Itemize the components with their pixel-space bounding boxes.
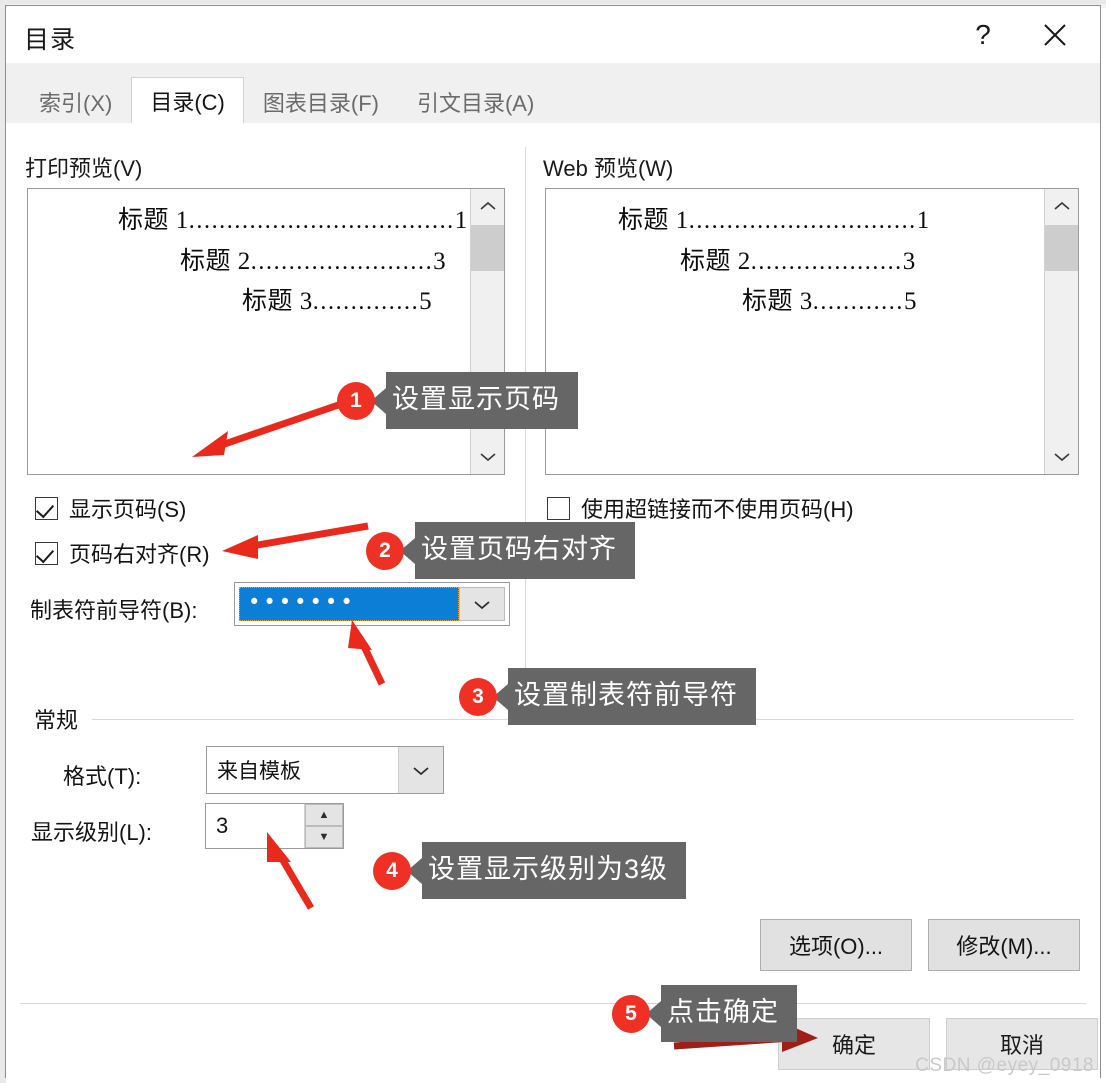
web-preview-scrollbar[interactable] [1044, 189, 1078, 474]
web-preview-entry: 标题 1..............................1 [556, 201, 1036, 242]
entry-leader: ........................ [250, 248, 434, 275]
entry-leader: ............ [812, 289, 904, 315]
web-preview-label: Web 预览(W) [543, 156, 674, 181]
entry-leader: .............. [312, 289, 420, 315]
annotation-text: 设置制表符前导符 [508, 668, 756, 725]
tab-leader-selected-value[interactable]: ••••••• [239, 587, 459, 621]
entry-page: 1 [454, 207, 468, 234]
general-section-label: 常规 [34, 708, 79, 733]
options-button[interactable]: 选项(O)... [760, 919, 912, 971]
checkbox-use-hyperlinks-box[interactable] [547, 496, 570, 520]
entry-text: 标题 1 [118, 207, 189, 234]
chevron-down-icon[interactable] [398, 747, 443, 793]
format-combobox[interactable]: 来自模板 [206, 746, 444, 794]
entry-text: 标题 3 [742, 288, 813, 315]
tab-table-of-authorities-label: 引文目录(A) [416, 90, 535, 116]
footer-divider [20, 1003, 1086, 1004]
scroll-down-icon[interactable] [471, 440, 504, 474]
tab-leader-label: 制表符前导符(B): [30, 598, 198, 623]
annotation-callout-3: 3 设置制表符前导符 [459, 668, 756, 725]
entry-page: 3 [902, 247, 916, 275]
annotation-arrow-1 [192, 397, 352, 457]
annotation-number: 4 [373, 851, 411, 890]
annotation-arrow-4 [267, 832, 315, 910]
web-preview-entry: 标题 3............5 [556, 282, 1036, 323]
tab-table-of-contents-label: 目录(C) [150, 89, 225, 115]
entry-text: 标题 3 [242, 288, 313, 315]
annotation-number: 5 [612, 994, 650, 1033]
entry-leader: ................................... [188, 208, 455, 234]
modify-button[interactable]: 修改(M)... [928, 919, 1080, 971]
entry-leader: .................... [750, 248, 903, 275]
chevron-down-icon[interactable] [459, 587, 505, 621]
scroll-down-icon[interactable] [1045, 440, 1078, 474]
print-preview-entry: 标题 1...................................1 [38, 201, 467, 242]
annotation-callout-1: 1 设置显示页码 [337, 372, 578, 429]
help-icon[interactable]: ? [952, 6, 1014, 63]
checkbox-show-page-numbers-box[interactable] [35, 496, 58, 520]
entry-text: 标题 1 [618, 207, 689, 234]
entry-page: 5 [419, 288, 433, 315]
scrollbar-thumb[interactable] [471, 225, 504, 271]
format-label: 格式(T): [63, 764, 142, 789]
entry-text: 标题 2 [680, 247, 751, 275]
checkbox-use-hyperlinks[interactable]: 使用超链接而不使用页码(H) [547, 492, 854, 524]
checkbox-right-align-page-numbers-box[interactable] [35, 541, 58, 565]
scrollbar-thumb[interactable] [1045, 225, 1078, 271]
watermark: CSDN @eyey_0918 [915, 1055, 1094, 1076]
tab-table-of-authorities[interactable]: 引文目录(A) [397, 79, 554, 123]
spinner-up-icon[interactable]: ▲ [305, 804, 343, 826]
annotation-text: 设置显示级别为3级 [422, 842, 687, 899]
entry-page: 1 [916, 207, 930, 234]
checkbox-right-align-page-numbers-label: 页码右对齐(R) [69, 542, 210, 567]
close-icon[interactable] [1024, 6, 1086, 63]
entry-leader: .............................. [688, 208, 917, 234]
annotation-callout-4: 4 设置显示级别为3级 [373, 842, 687, 899]
print-preview-entry: 标题 2........................3 [38, 242, 462, 283]
tab-table-of-contents[interactable]: 目录(C) [131, 77, 244, 123]
annotation-text: 点击确定 [661, 985, 797, 1042]
format-selected-value[interactable]: 来自模板 [207, 747, 398, 793]
dialog-content: 打印预览(V) 标题 1............................… [6, 123, 1100, 1079]
annotation-number: 3 [459, 677, 497, 716]
annotation-number: 2 [366, 531, 404, 570]
tab-index-label: 索引(X) [39, 90, 113, 116]
entry-page: 3 [433, 247, 447, 275]
print-preview-scrollbar[interactable] [470, 189, 504, 474]
entry-page: 5 [903, 288, 917, 315]
checkbox-show-page-numbers-label: 显示页码(S) [69, 497, 187, 522]
checkbox-right-align-page-numbers[interactable]: 页码右对齐(R) [35, 537, 210, 569]
print-preview-entry: 标题 3..............5 [38, 282, 462, 323]
dialog-titlebar: 目录 ? [6, 6, 1100, 63]
annotation-text: 设置显示页码 [386, 372, 578, 429]
show-levels-label: 显示级别(L): [31, 820, 153, 845]
dialog-title: 目录 [24, 26, 77, 54]
tab-leader-dots: ••••••• [248, 590, 356, 614]
checkbox-use-hyperlinks-label: 使用超链接而不使用页码(H) [581, 497, 854, 522]
annotation-arrow-3 [348, 620, 386, 686]
annotation-arrow-2 [222, 522, 369, 559]
annotation-callout-2: 2 设置页码右对齐 [366, 522, 635, 579]
web-preview-entry: 标题 2....................3 [556, 242, 1036, 283]
tab-table-of-figures-label: 图表目录(F) [262, 90, 379, 116]
application-toolbar-strip [0, 0, 1106, 4]
annotation-callout-5: 5 点击确定 [612, 985, 797, 1042]
tab-strip: 索引(X) 目录(C) 图表目录(F) 引文目录(A) [6, 63, 1100, 124]
annotation-number: 1 [337, 381, 375, 420]
scroll-up-icon[interactable] [1045, 189, 1078, 223]
annotation-text: 设置页码右对齐 [415, 522, 635, 579]
tab-index[interactable]: 索引(X) [20, 79, 132, 123]
web-preview-box[interactable]: 标题 1..............................1 标题 2… [545, 188, 1079, 475]
panel-divider [525, 147, 526, 711]
print-preview-label: 打印预览(V) [25, 156, 143, 181]
scroll-up-icon[interactable] [471, 189, 504, 223]
checkbox-show-page-numbers[interactable]: 显示页码(S) [35, 492, 186, 524]
entry-text: 标题 2 [180, 247, 251, 275]
tab-table-of-figures[interactable]: 图表目录(F) [243, 79, 398, 123]
